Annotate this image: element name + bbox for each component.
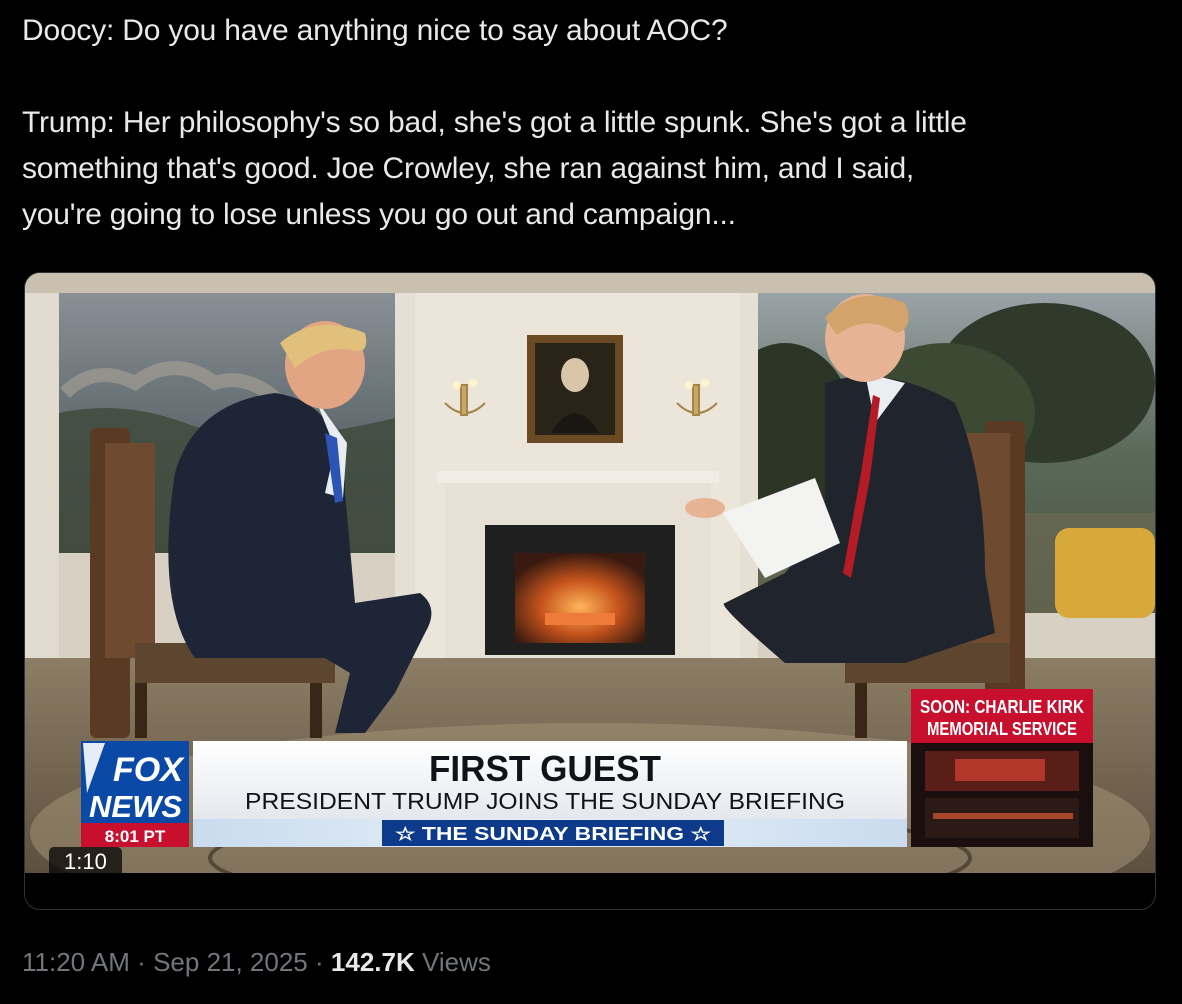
tweet-date[interactable]: Sep 21, 2025 <box>153 947 308 977</box>
video-player[interactable]: FOX NEWS 8:01 PT FIRST GUEST PRESIDENT T… <box>25 273 1155 873</box>
chyron-show-name: ☆ THE SUNDAY BRIEFING ☆ <box>395 824 712 844</box>
promo-line-1: SOON: CHARLIE KIRK <box>920 697 1084 717</box>
video-frame: FOX NEWS 8:01 PT FIRST GUEST PRESIDENT T… <box>25 273 1155 873</box>
promo-line-2: MEMORIAL SERVICE <box>927 719 1077 739</box>
video-duration-badge: 1:10 <box>49 847 122 873</box>
video-card[interactable]: FOX NEWS 8:01 PT FIRST GUEST PRESIDENT T… <box>24 272 1156 910</box>
meta-separator: · <box>137 947 146 977</box>
fox-logo-bottom: NEWS <box>89 789 182 824</box>
clock-text: 8:01 PT <box>105 827 166 846</box>
views-count[interactable]: 142.7K <box>331 947 415 977</box>
tweet-line-answer-1: Trump: Her philosophy's so bad, she's go… <box>22 106 967 139</box>
tweet-line-answer-3: you're going to lose unless you go out a… <box>22 198 736 231</box>
meta-separator-2: · <box>315 947 324 977</box>
promo-box: SOON: CHARLIE KIRK MEMORIAL SERVICE <box>911 689 1093 847</box>
tweet-meta: 11:20 AM · Sep 21, 2025 · 142.7K Views <box>22 942 491 982</box>
tweet-text: Doocy: Do you have anything nice to say … <box>22 8 1152 238</box>
chyron-subhead: PRESIDENT TRUMP JOINS THE SUNDAY BRIEFIN… <box>245 788 845 814</box>
tweet-line-question: Doocy: Do you have anything nice to say … <box>22 14 728 47</box>
views-label: Views <box>422 947 491 977</box>
tweet-line-answer-2: something that's good. Joe Crowley, she … <box>22 152 915 185</box>
fireplace-mantel <box>437 471 719 483</box>
fox-news-logo: FOX NEWS <box>81 741 189 824</box>
chyron-headline: FIRST GUEST <box>429 748 661 789</box>
tweet-time[interactable]: 11:20 AM <box>22 947 130 977</box>
fox-logo-top: FOX <box>113 751 185 789</box>
